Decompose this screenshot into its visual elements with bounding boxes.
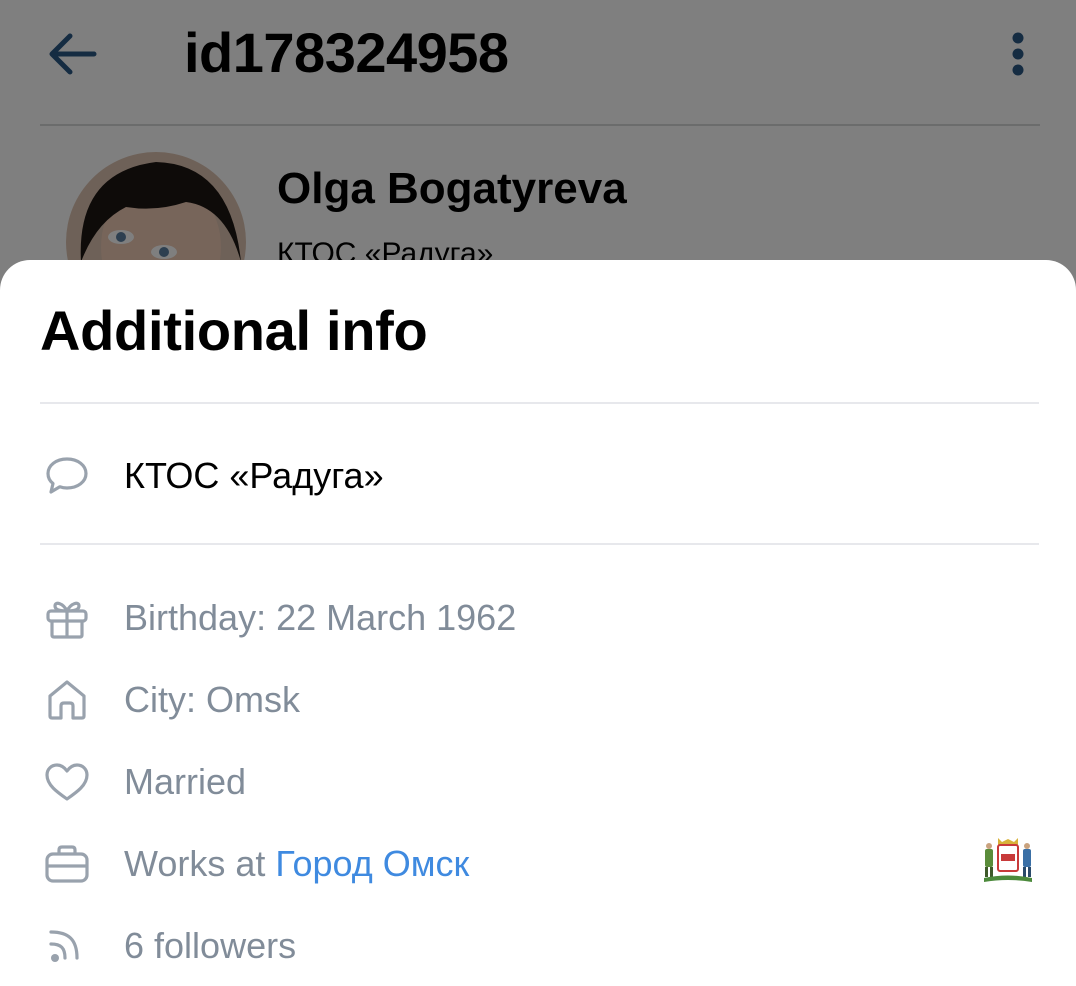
work-prefix: Works at xyxy=(124,843,276,884)
birthday-row: Birthday: 22 March 1962 xyxy=(40,582,1040,654)
birthday-text: Birthday: 22 March 1962 xyxy=(124,597,517,638)
followers-row[interactable]: 6 followers xyxy=(40,910,1040,982)
followers-text: 6 followers xyxy=(124,925,297,966)
home-icon xyxy=(40,673,94,727)
briefcase-icon xyxy=(40,837,94,891)
title-divider xyxy=(40,402,1039,404)
relationship-row: Married xyxy=(40,746,1040,818)
city-text: City: Omsk xyxy=(124,679,300,720)
work-text: Works at Город Омск xyxy=(124,842,469,886)
city-row: City: Omsk xyxy=(40,664,1040,736)
section-divider xyxy=(40,543,1039,545)
rss-icon xyxy=(40,919,94,973)
heart-icon xyxy=(40,755,94,809)
gift-icon xyxy=(40,591,94,645)
work-row: Works at Город Омск xyxy=(40,828,1040,900)
status-text: КТОС «Радуга» xyxy=(124,455,384,496)
additional-info-sheet: Additional info КТОС «Радуга» Birthday: … xyxy=(0,260,1076,986)
message-bubble-icon xyxy=(40,449,94,503)
sheet-title: Additional info xyxy=(40,299,428,362)
relationship-text: Married xyxy=(124,761,247,802)
employer-emblem[interactable] xyxy=(980,836,1036,884)
status-row: КТОС «Радуга» xyxy=(40,440,1040,512)
employer-link[interactable]: Город Омск xyxy=(275,843,469,884)
